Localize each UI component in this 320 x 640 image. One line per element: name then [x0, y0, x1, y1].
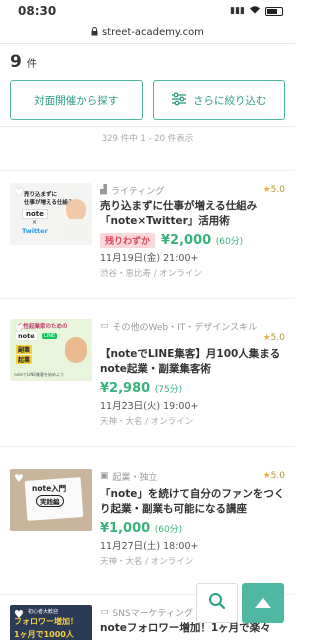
few-left-badge: 残りわずか	[100, 233, 156, 248]
class-title[interactable]: 「note」を続けて自分のファンをつくり起業・副業も可能になる講座	[100, 487, 285, 517]
class-location: 天神・大名 / オンライン	[100, 557, 194, 567]
url-bar[interactable]: street-academy.com	[0, 22, 295, 44]
class-rating-value: 5.0	[270, 333, 285, 343]
star-icon: ★	[262, 185, 271, 195]
class-rating: ★5.0	[263, 471, 285, 481]
class-title[interactable]: 【noteでLINE集客】月100人集まるnote起業・副業集客術	[100, 347, 285, 377]
favorite-heart-icon[interactable]: ♥	[14, 472, 24, 485]
thumb-person	[66, 199, 86, 221]
class-info: ▟ ライティング ★5.0 売り込まずに仕事が増える仕組み「note×Twitte…	[100, 183, 285, 279]
class-duration: (75分)	[154, 385, 183, 395]
thumb-text: 売り込まずに	[24, 192, 58, 198]
result-count-unit: 件	[26, 58, 37, 70]
monitor-icon: ▭	[100, 321, 109, 331]
class-date: 11月27日(土) 18:00+	[100, 541, 199, 552]
class-location: 天神・大名 / オンライン	[100, 417, 194, 427]
class-thumbnail: 女性起業家のための note LINE 副業 起業 noteでLINE集客を始め…	[10, 319, 92, 381]
class-title[interactable]: 売り込まずに仕事が増える仕組み「note×Twitter」活用術	[100, 199, 285, 229]
thumb-text: 初心者大歓迎	[28, 609, 59, 615]
class-price-value: ¥2,000	[161, 233, 212, 248]
class-category: ライティング	[110, 186, 165, 197]
chart-icon: ▟	[100, 185, 107, 195]
filter-buttons: 対面開催から探す さらに絞り込む	[0, 80, 295, 120]
lock-icon	[91, 26, 98, 39]
monitor-icon: ▭	[100, 607, 109, 617]
class-price: ¥1,000 (60分)	[100, 521, 182, 536]
search-icon	[208, 592, 226, 614]
class-thumbnail: note入門 実践編 ♥	[10, 469, 92, 531]
class-rating: ★5.0	[100, 333, 285, 345]
class-price: ¥2,980 (75分)	[100, 381, 182, 396]
battery-icon	[265, 6, 283, 16]
class-category: 起業・独立	[112, 472, 158, 483]
class-title[interactable]: noteフォロワー増加！1ヶ月で楽々	[100, 621, 285, 636]
briefcase-icon: ▣	[100, 471, 109, 481]
thumb-text: 副業	[16, 345, 33, 354]
wifi-icon	[249, 5, 261, 17]
class-price-value: ¥1,000	[100, 521, 151, 536]
class-thumbnail: 売り込まずに 仕事が増える仕組み note × Twitter ♥	[10, 183, 92, 245]
favorite-heart-icon[interactable]: ♥	[14, 322, 24, 335]
scroll-to-top-button[interactable]	[242, 583, 284, 623]
star-icon: ★	[262, 333, 271, 343]
result-count: 9 件	[0, 44, 295, 80]
class-duration: (60分)	[215, 237, 244, 247]
class-duration: (60分)	[154, 525, 183, 535]
offline-search-label: 対面開催から探す	[34, 94, 119, 107]
result-count-number: 9	[10, 52, 22, 72]
thumb-text: LINE	[42, 333, 58, 339]
thumb-text: note入門	[32, 484, 67, 493]
class-category: SNSマーケティング	[112, 608, 193, 619]
thumb-text: 起業	[16, 355, 33, 364]
thumb-text: 1ヶ月で1000人	[14, 630, 74, 639]
status-time: 08:30	[18, 4, 57, 18]
thumb-person	[65, 337, 87, 363]
class-rating-value: 5.0	[270, 471, 285, 481]
class-info: ▭ その他のWeb・IT・デザインスキル ★5.0 【noteでLINE集客】月1…	[100, 319, 285, 427]
thumb-text: 女性起業家のための	[18, 324, 68, 330]
star-icon: ★	[262, 471, 271, 481]
class-price: ¥2,000 (60分)	[161, 233, 243, 248]
thumb-text: Twitter	[22, 227, 48, 235]
refine-label: さらに絞り込む	[193, 94, 267, 107]
filter-icon	[171, 92, 187, 109]
url-text: street-academy.com	[102, 27, 204, 38]
class-rating: ★5.0	[263, 185, 285, 195]
class-date: 11月23日(火) 19:00+	[100, 401, 199, 412]
class-category: その他のWeb・IT・デザインスキル	[112, 322, 258, 333]
offline-search-button[interactable]: 対面開催から探す	[10, 80, 143, 120]
signal-icon: ▮▮▮	[230, 6, 245, 16]
floating-search-button[interactable]	[196, 583, 238, 623]
class-card[interactable]: 売り込まずに 仕事が増える仕組み note × Twitter ♥ ▟ ライティン…	[0, 170, 295, 298]
class-card[interactable]: 女性起業家のための note LINE 副業 起業 noteでLINE集客を始め…	[0, 298, 295, 446]
class-info: ▣ 起業・独立 ★5.0 「note」を続けて自分のファンをつくり起業・副業も可能…	[100, 469, 285, 567]
class-rating-value: 5.0	[270, 185, 285, 195]
thumb-text: 実践編	[36, 495, 64, 507]
class-date: 11月19日(金) 21:00+	[100, 253, 199, 264]
class-thumbnail: 初心者大歓迎 フォロワー増加！ 1ヶ月で1000人 ♥	[10, 605, 92, 640]
thumb-text: note	[22, 209, 48, 219]
result-range-info: 329 件中 1 - 20 件表示	[0, 127, 295, 149]
favorite-heart-icon[interactable]: ♥	[14, 608, 24, 621]
class-price-value: ¥2,980	[100, 381, 151, 396]
status-icons: ▮▮▮	[230, 5, 283, 17]
class-card[interactable]: note入門 実践編 ♥ ▣ 起業・独立 ★5.0 「note」を続けて自分のファ…	[0, 446, 295, 594]
status-bar: 08:30 ▮▮▮	[0, 0, 295, 22]
favorite-heart-icon[interactable]: ♥	[14, 186, 24, 199]
refine-button[interactable]: さらに絞り込む	[152, 80, 285, 120]
class-location: 渋谷・恵比寿 / オンライン	[100, 269, 202, 279]
thumb-text: noteでLINE集客を始めよう	[14, 372, 64, 377]
arrow-up-icon	[254, 594, 272, 613]
